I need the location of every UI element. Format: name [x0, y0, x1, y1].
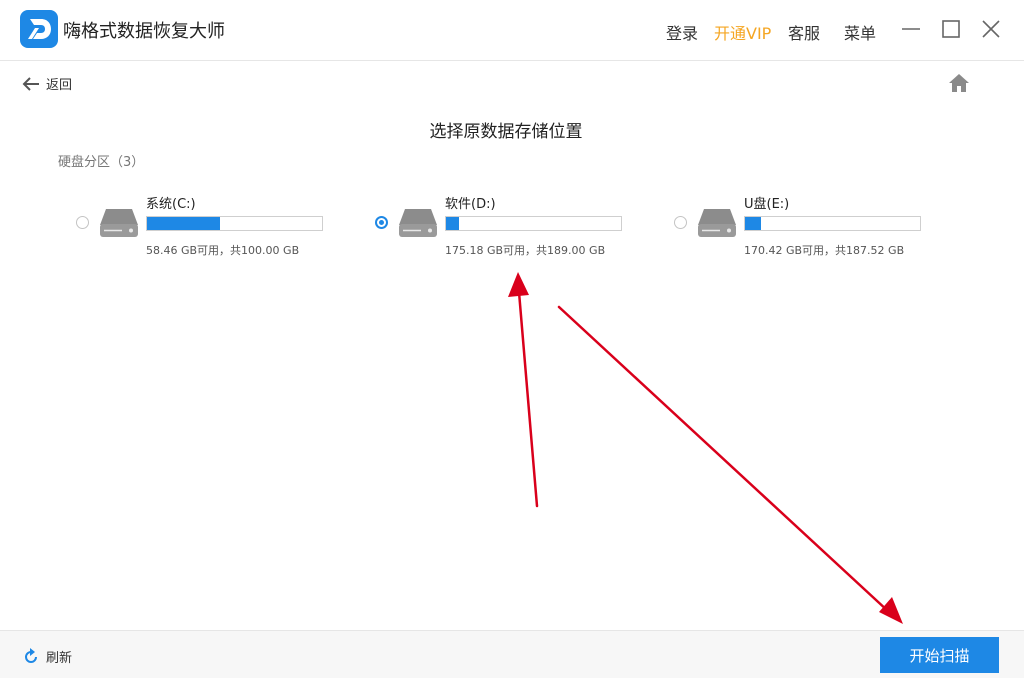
- drive-usage-bar: [445, 216, 622, 231]
- drive-radio-e[interactable]: [674, 216, 687, 229]
- drive-name: 系统(C:): [146, 197, 196, 212]
- footer-bar: 刷新 开始扫描: [0, 630, 1024, 678]
- start-scan-button[interactable]: 开始扫描: [880, 637, 999, 673]
- arrow-head-up-icon: [508, 272, 529, 297]
- drive-usage-bar: [146, 216, 323, 231]
- page-heading: 选择原数据存储位置: [429, 122, 583, 142]
- hard-disk-icon: [399, 209, 437, 237]
- drive-capacity: 175.18 GB可用，共189.00 GB: [445, 244, 606, 257]
- disk-partition-section-label: 硬盘分区（3）: [58, 155, 145, 170]
- drive-radio-c[interactable]: [76, 216, 89, 229]
- login-link[interactable]: 登录: [666, 20, 698, 44]
- drive-usage-bar: [744, 216, 921, 231]
- annotation-arrow-up: [517, 290, 539, 508]
- back-label: 返回: [46, 78, 73, 93]
- hard-disk-icon: [698, 209, 736, 237]
- drive-item-e[interactable]: U盘(E:) 170.42 GB可用，共187.52 GB: [674, 193, 944, 263]
- hard-disk-icon: [100, 209, 138, 237]
- close-icon[interactable]: [980, 18, 1002, 40]
- home-icon[interactable]: [948, 73, 970, 93]
- drive-usage-fill: [745, 217, 761, 230]
- drive-name: U盘(E:): [744, 197, 790, 212]
- back-button[interactable]: 返回: [22, 74, 72, 93]
- app-logo-icon: [20, 10, 58, 48]
- drive-name: 软件(D:): [445, 197, 496, 212]
- drive-item-d[interactable]: 软件(D:) 175.18 GB可用，共189.00 GB: [375, 193, 645, 263]
- drive-usage-fill: [446, 217, 459, 230]
- refresh-label: 刷新: [46, 651, 73, 666]
- refresh-button[interactable]: 刷新: [22, 647, 72, 666]
- drive-capacity: 58.46 GB可用，共100.00 GB: [146, 244, 300, 257]
- app-title: 嗨格式数据恢复大师: [63, 21, 225, 42]
- arrow-head-down-icon: [879, 597, 903, 624]
- title-bar: 嗨格式数据恢复大师 登录 开通VIP 客服 菜单: [0, 0, 1024, 61]
- menu-link[interactable]: 菜单: [844, 20, 876, 44]
- drive-capacity: 170.42 GB可用，共187.52 GB: [744, 244, 905, 257]
- minimize-icon[interactable]: [900, 18, 922, 40]
- annotation-arrows: [508, 272, 903, 624]
- drive-radio-d[interactable]: [375, 216, 388, 229]
- maximize-icon[interactable]: [940, 18, 962, 40]
- annotation-arrow-down: [557, 305, 891, 614]
- refresh-icon: [25, 647, 37, 663]
- customer-service-link[interactable]: 客服: [788, 20, 820, 44]
- arrow-left-icon: [22, 76, 39, 91]
- drive-item-c[interactable]: 系统(C:) 58.46 GB可用，共100.00 GB: [76, 193, 346, 263]
- drive-usage-fill: [147, 217, 220, 230]
- vip-link[interactable]: 开通VIP: [714, 20, 771, 44]
